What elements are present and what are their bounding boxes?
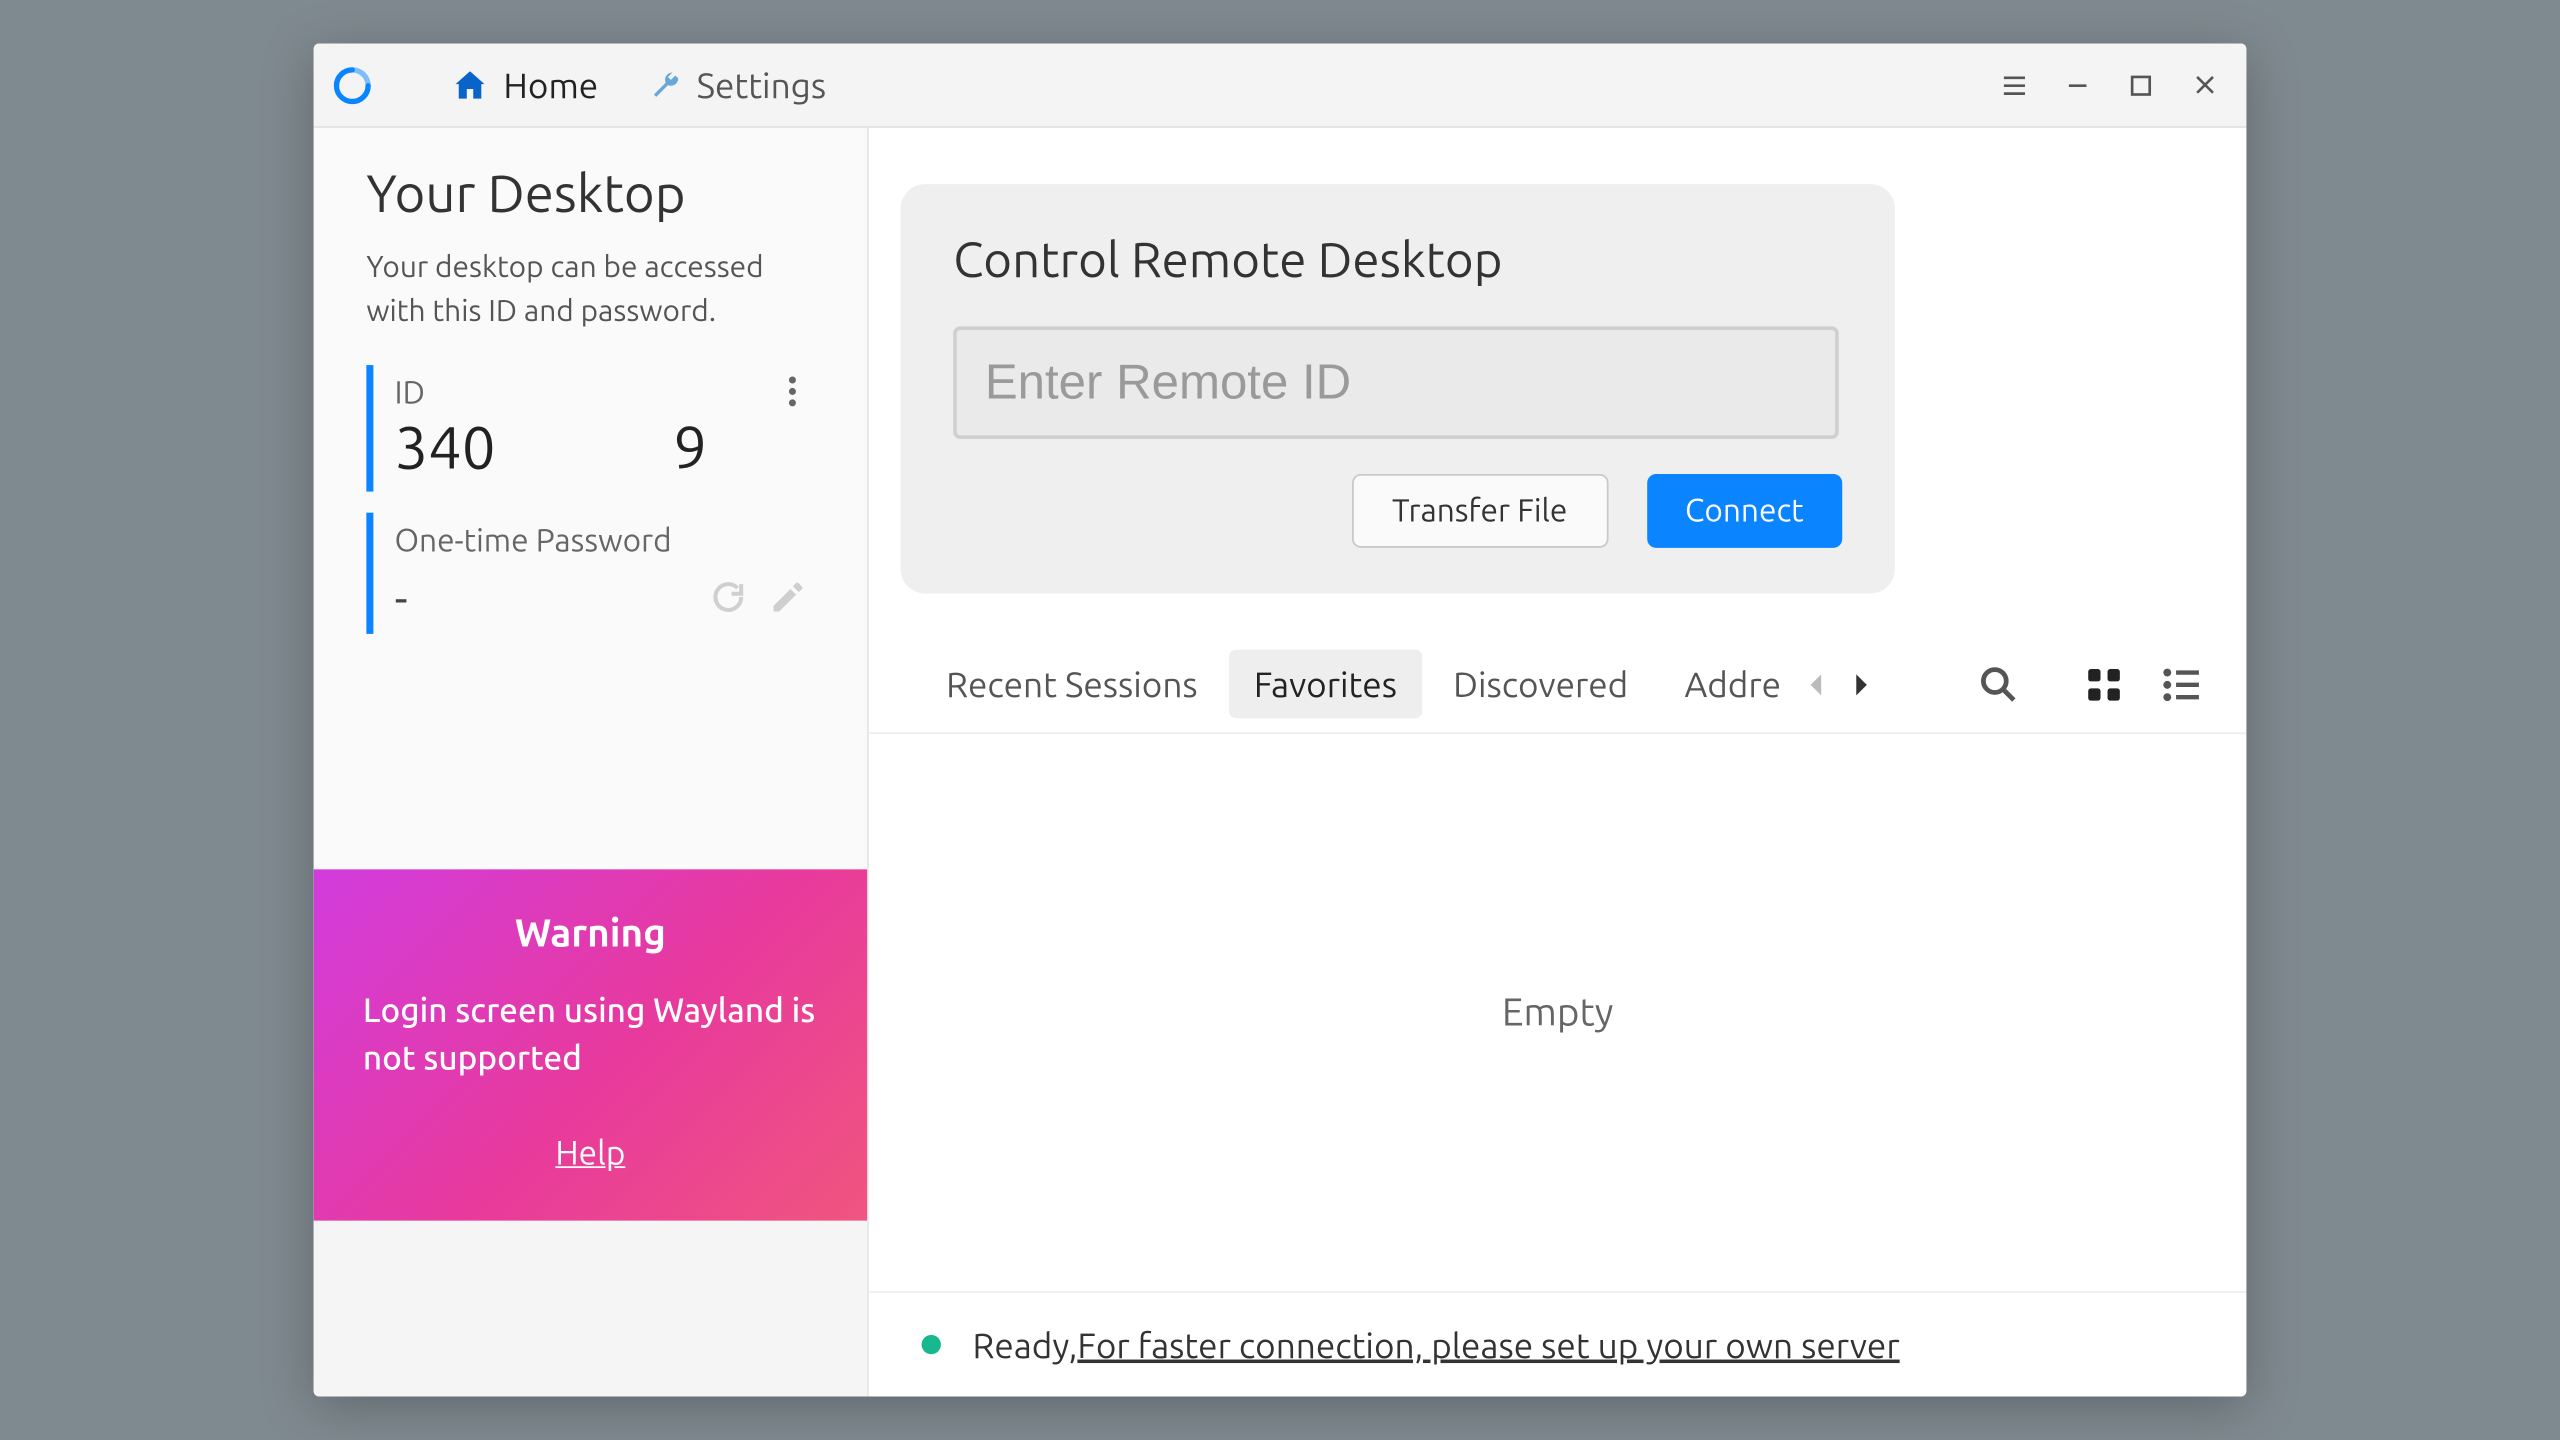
tab-discovered[interactable]: Discovered (1429, 650, 1653, 719)
tab-settings[interactable]: Settings (623, 44, 851, 127)
id-more-menu[interactable] (781, 369, 804, 422)
empty-state: Empty (869, 734, 2246, 1291)
main-panel: Control Remote Desktop Transfer File Con… (869, 128, 2246, 1397)
wrench-icon (647, 67, 682, 102)
app-window: { "titlebar": { "tabs": { "home": "Home"… (314, 44, 2247, 1397)
transfer-file-button[interactable]: Transfer File (1352, 474, 1608, 548)
sidebar: Your Desktop Your desktop can be accesse… (314, 128, 869, 1397)
control-remote-card: Control Remote Desktop Transfer File Con… (900, 184, 1894, 593)
warning-banner: Warning Login screen using Wayland is no… (314, 869, 867, 1221)
window-minimize-button[interactable] (2046, 53, 2109, 116)
window-close-button[interactable] (2173, 53, 2236, 116)
tab-address-book[interactable]: Addre (1660, 650, 1783, 719)
id-label: ID (394, 376, 803, 411)
remote-id-input[interactable] (953, 326, 1839, 438)
search-icon[interactable] (1965, 654, 2032, 714)
sidebar-title: Your Desktop (366, 163, 814, 223)
status-server-link[interactable]: For faster connection, please set up you… (1077, 1324, 1899, 1364)
titlebar: Home Settings (314, 44, 2247, 128)
connect-button[interactable]: Connect (1646, 474, 1842, 548)
tab-settings-label: Settings (697, 65, 826, 105)
edit-password-icon[interactable] (769, 578, 808, 624)
list-view-icon[interactable] (2151, 658, 2214, 711)
password-label: One-time Password (394, 524, 803, 559)
id-value: 340 9 (394, 415, 803, 482)
control-remote-title: Control Remote Desktop (953, 233, 1842, 287)
status-bar: Ready, For faster connection, please set… (869, 1291, 2246, 1396)
home-icon (451, 66, 490, 105)
status-ready-text: Ready, (973, 1324, 1078, 1364)
refresh-password-icon[interactable] (709, 578, 748, 624)
sidebar-subtitle: Your desktop can be accessed with this I… (366, 247, 814, 334)
sessions-tabbar: Recent Sessions Favorites Discovered Add… (869, 650, 2246, 734)
id-block: ID 340 9 (366, 366, 814, 493)
window-maximize-button[interactable] (2109, 53, 2172, 116)
hamburger-menu-icon[interactable] (1983, 53, 2046, 116)
window-body: Your Desktop Your desktop can be accesse… (314, 128, 2247, 1397)
status-indicator-dot (922, 1335, 941, 1354)
grid-view-icon[interactable] (2074, 658, 2134, 711)
tabs-scroll-left-icon[interactable] (1797, 665, 1836, 704)
empty-label: Empty (1502, 991, 1614, 1035)
password-block: One-time Password - (366, 513, 814, 634)
warning-help-link[interactable]: Help (555, 1133, 625, 1172)
tabs-scroll-right-icon[interactable] (1843, 665, 1882, 704)
warning-title: Warning (363, 911, 818, 955)
sidebar-padding (314, 1221, 867, 1397)
tab-home[interactable]: Home (426, 44, 623, 127)
tab-home-label: Home (503, 65, 598, 105)
tab-recent-sessions[interactable]: Recent Sessions (922, 650, 1223, 719)
tab-favorites[interactable]: Favorites (1229, 650, 1421, 719)
warning-message: Login screen using Wayland is not suppor… (363, 987, 818, 1084)
app-logo-icon (331, 64, 373, 106)
